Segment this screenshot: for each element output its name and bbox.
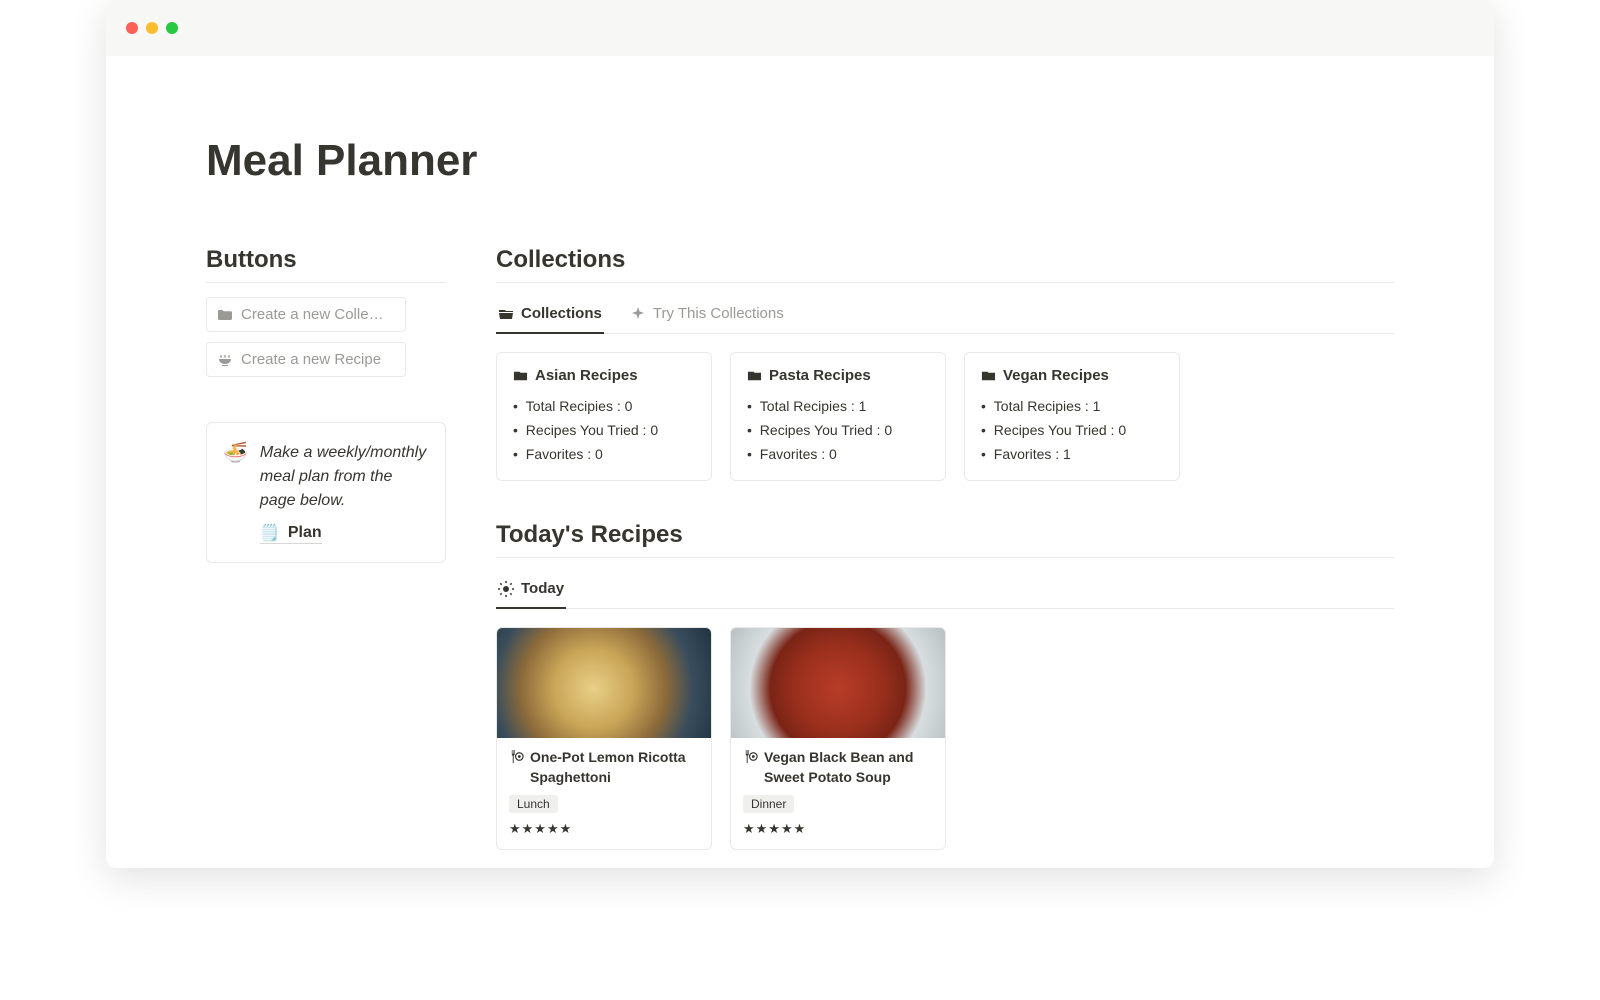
recipe-title: Vegan Black Bean and Sweet Potato Soup [743, 748, 933, 787]
fork-plate-icon [743, 749, 758, 787]
window-controls [126, 22, 178, 34]
plan-link[interactable]: 🗒️ Plan [260, 523, 322, 544]
maximize-window-button[interactable] [166, 22, 178, 34]
stat-total: Total Recipies : 1 [981, 394, 1163, 418]
collections-tabs: Collections Try This Collections [496, 297, 1394, 334]
close-window-button[interactable] [126, 22, 138, 34]
tab-collections[interactable]: Collections [496, 297, 604, 334]
card-stats: Total Recipies : 1 Recipes You Tried : 0… [747, 394, 929, 466]
tab-try-collections[interactable]: Try This Collections [628, 297, 786, 334]
plan-link-label: Plan [288, 524, 322, 542]
columns: Buttons Create a new Colle… Create a new… [206, 246, 1394, 850]
folder-icon [981, 368, 996, 383]
tab-label: Collections [521, 305, 602, 322]
fork-plate-icon [509, 749, 524, 787]
collection-card-asian[interactable]: Asian Recipes Total Recipies : 0 Recipes… [496, 352, 712, 481]
recipe-body: Vegan Black Bean and Sweet Potato Soup D… [731, 738, 945, 849]
tab-label: Today [521, 580, 564, 597]
recipe-image [731, 628, 945, 738]
collection-card-vegan[interactable]: Vegan Recipes Total Recipies : 1 Recipes… [964, 352, 1180, 481]
tab-today[interactable]: Today [496, 572, 566, 609]
page-content: Meal Planner Buttons Create a new Colle… [106, 56, 1494, 850]
create-collection-button[interactable]: Create a new Colle… [206, 297, 406, 332]
stat-tried: Recipes You Tried : 0 [513, 418, 695, 442]
stat-total: Total Recipies : 1 [747, 394, 929, 418]
today-heading: Today's Recipes [496, 521, 1394, 558]
card-title-text: Pasta Recipes [769, 367, 871, 384]
callout-text: Make a weekly/monthly meal plan from the… [260, 441, 427, 513]
tab-label: Try This Collections [653, 305, 784, 322]
recipe-body: One-Pot Lemon Ricotta Spaghettoni Lunch … [497, 738, 711, 849]
minimize-window-button[interactable] [146, 22, 158, 34]
recipe-title-text: One-Pot Lemon Ricotta Spaghettoni [530, 748, 699, 787]
button-label: Create a new Colle… [241, 306, 384, 323]
recipe-card-spaghettoni[interactable]: One-Pot Lemon Ricotta Spaghettoni Lunch … [496, 627, 712, 850]
stat-favorites: Favorites : 0 [747, 442, 929, 466]
stat-tried: Recipes You Tried : 0 [747, 418, 929, 442]
buttons-list: Create a new Colle… Create a new Recipe [206, 297, 446, 377]
card-stats: Total Recipies : 0 Recipes You Tried : 0… [513, 394, 695, 466]
create-recipe-button[interactable]: Create a new Recipe [206, 342, 406, 377]
right-column: Collections Collections Try This Collect… [496, 246, 1394, 850]
collections-heading: Collections [496, 246, 1394, 283]
recipe-title: One-Pot Lemon Ricotta Spaghettoni [509, 748, 699, 787]
stat-total: Total Recipies : 0 [513, 394, 695, 418]
button-label: Create a new Recipe [241, 351, 381, 368]
recipe-card-soup[interactable]: Vegan Black Bean and Sweet Potato Soup D… [730, 627, 946, 850]
meal-tag: Dinner [743, 795, 794, 813]
bowl-icon [217, 352, 233, 368]
stat-favorites: Favorites : 1 [981, 442, 1163, 466]
app-window: Meal Planner Buttons Create a new Colle… [106, 0, 1494, 868]
recipes-row: One-Pot Lemon Ricotta Spaghettoni Lunch … [496, 627, 1394, 850]
folder-open-icon [498, 306, 514, 322]
callout-body: Make a weekly/monthly meal plan from the… [260, 441, 427, 544]
recipe-title-text: Vegan Black Bean and Sweet Potato Soup [764, 748, 933, 787]
page-title: Meal Planner [206, 136, 1394, 186]
star-rating: ★★★★★ [743, 821, 933, 837]
folder-icon [217, 307, 233, 323]
card-title: Pasta Recipes [747, 367, 929, 384]
card-stats: Total Recipies : 1 Recipes You Tried : 0… [981, 394, 1163, 466]
notepad-icon: 🗒️ [260, 523, 280, 543]
sparkle-icon [630, 306, 646, 322]
card-title-text: Vegan Recipes [1003, 367, 1109, 384]
recipe-image [497, 628, 711, 738]
card-title: Vegan Recipes [981, 367, 1163, 384]
plan-callout: 🍜 Make a weekly/monthly meal plan from t… [206, 422, 446, 563]
sun-icon [498, 581, 514, 597]
card-title-text: Asian Recipes [535, 367, 638, 384]
meal-tag: Lunch [509, 795, 558, 813]
collection-card-pasta[interactable]: Pasta Recipes Total Recipies : 1 Recipes… [730, 352, 946, 481]
today-tabs: Today [496, 572, 1394, 609]
folder-icon [513, 368, 528, 383]
stat-favorites: Favorites : 0 [513, 442, 695, 466]
collections-cards: Asian Recipes Total Recipies : 0 Recipes… [496, 352, 1394, 481]
folder-icon [747, 368, 762, 383]
star-rating: ★★★★★ [509, 821, 699, 837]
buttons-heading: Buttons [206, 246, 446, 283]
stat-tried: Recipes You Tried : 0 [981, 418, 1163, 442]
card-title: Asian Recipes [513, 367, 695, 384]
ramen-icon: 🍜 [223, 441, 248, 544]
titlebar [106, 0, 1494, 56]
left-column: Buttons Create a new Colle… Create a new… [206, 246, 446, 563]
